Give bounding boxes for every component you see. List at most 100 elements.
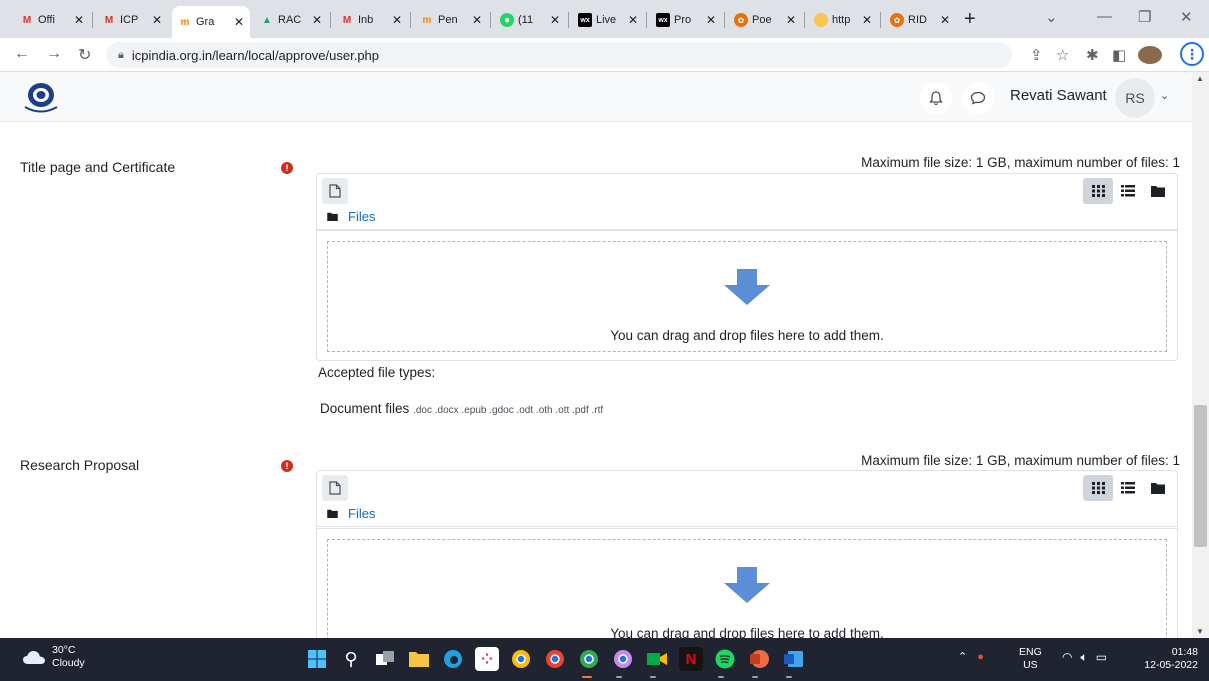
arrow-down-icon <box>724 269 770 305</box>
file-drop-zone[interactable]: You can drag and drop files here to add … <box>316 528 1178 638</box>
close-icon[interactable]: ✕ <box>628 13 638 27</box>
back-button[interactable]: ← <box>14 45 30 63</box>
close-icon[interactable]: ✕ <box>312 13 322 27</box>
files-link[interactable]: Files <box>348 506 375 521</box>
notifications-bell-icon[interactable] <box>920 82 952 114</box>
search-icon[interactable]: ⚲ <box>339 647 363 671</box>
powerpoint-icon[interactable] <box>747 647 771 671</box>
close-icon[interactable]: ✕ <box>472 13 482 27</box>
list-view-button[interactable] <box>1113 178 1143 204</box>
weather-widget[interactable]: 30°C Cloudy <box>22 644 85 670</box>
tab-search-icon[interactable]: ⌄ <box>1045 8 1058 26</box>
netflix-icon[interactable]: N <box>679 647 703 671</box>
minimize-button[interactable]: — <box>1097 8 1112 25</box>
file-explorer-icon[interactable] <box>407 647 431 671</box>
chrome-profile-icon[interactable] <box>577 647 601 671</box>
bookmark-star-icon[interactable]: ☆ <box>1056 46 1069 64</box>
grid-icon <box>1091 482 1105 494</box>
browser-tab[interactable]: M Inb ✕ <box>334 6 408 34</box>
spotify-icon[interactable] <box>713 647 737 671</box>
close-icon[interactable]: ✕ <box>550 13 560 27</box>
word-icon[interactable] <box>781 647 805 671</box>
tab-separator <box>724 12 725 28</box>
app-icon[interactable]: ⁘ <box>475 647 499 671</box>
browser-tab[interactable]: wx Pro ✕ <box>650 6 722 34</box>
browser-tab[interactable]: ✿ Poe ✕ <box>728 6 802 34</box>
messages-icon[interactable] <box>962 82 994 114</box>
scroll-thumb[interactable] <box>1194 405 1207 547</box>
close-window-button[interactable]: ✕ <box>1180 8 1193 26</box>
browser-tab[interactable]: ▲ RAC ✕ <box>254 6 328 34</box>
running-app-indicator <box>616 676 622 678</box>
max-file-size-text: Maximum file size: 1 GB, maximum number … <box>861 155 1180 170</box>
input-language[interactable]: ENG US <box>1019 646 1042 672</box>
tray-app-icon[interactable]: ● <box>977 651 984 663</box>
add-file-button[interactable] <box>322 475 348 501</box>
extensions-icon[interactable]: ✱ <box>1086 46 1099 64</box>
file-drop-zone[interactable]: You can drag and drop files here to add … <box>316 230 1178 361</box>
scroll-down-arrow-icon[interactable]: ▼ <box>1196 627 1204 636</box>
edge-browser-icon[interactable] <box>441 647 465 671</box>
chevron-down-icon[interactable]: ⌄ <box>1160 89 1169 102</box>
side-panel-icon[interactable]: ◧ <box>1112 46 1126 64</box>
close-icon[interactable]: ✕ <box>392 13 402 27</box>
grid-icon <box>1091 185 1105 197</box>
moodle-icon: m <box>180 16 190 28</box>
close-icon[interactable]: ✕ <box>74 13 84 27</box>
browser-tab[interactable]: m Pen ✕ <box>414 6 488 34</box>
tab-separator <box>330 12 331 28</box>
google-meet-icon[interactable] <box>645 647 669 671</box>
tree-view-button[interactable] <box>1143 475 1173 501</box>
filepicker-path[interactable]: Files <box>327 209 375 224</box>
drop-zone-border: You can drag and drop files here to add … <box>327 241 1167 352</box>
tree-view-button[interactable] <box>1143 178 1173 204</box>
clock[interactable]: 01:48 12-05-2022 <box>1132 646 1198 672</box>
chevron-up-icon[interactable]: ⌃ <box>958 650 967 663</box>
required-icon: ! <box>281 460 293 472</box>
chrome-profile-icon[interactable] <box>611 647 635 671</box>
add-file-button[interactable] <box>322 178 348 204</box>
browser-tab[interactable]: M Offi ✕ <box>14 6 90 34</box>
browser-tab[interactable]: http ✕ <box>808 6 878 34</box>
browser-tab[interactable]: ✿ RID ✕ <box>884 6 956 34</box>
close-icon[interactable]: ✕ <box>786 13 796 27</box>
site-logo[interactable] <box>22 80 60 114</box>
filepicker-path[interactable]: Files <box>327 506 375 521</box>
reload-button[interactable]: ↻ <box>78 45 91 65</box>
globe-icon <box>814 13 828 27</box>
new-tab-button[interactable]: + <box>964 9 976 29</box>
tab-separator <box>804 12 805 28</box>
close-icon[interactable]: ✕ <box>234 15 244 29</box>
maximize-button[interactable]: ❐ <box>1138 8 1151 26</box>
profile-avatar[interactable] <box>1138 46 1162 64</box>
share-icon[interactable]: ⇪ <box>1030 46 1043 64</box>
browser-tab[interactable]: wx Live ✕ <box>572 6 644 34</box>
files-link[interactable]: Files <box>348 209 375 224</box>
list-view-button[interactable] <box>1113 475 1143 501</box>
browser-tab[interactable]: ● (11 ✕ <box>494 6 566 34</box>
volume-icon: 🔈︎ <box>1080 650 1088 664</box>
close-icon[interactable]: ✕ <box>152 13 162 27</box>
chrome-icon[interactable] <box>509 647 533 671</box>
windows-start-icon[interactable] <box>305 647 329 671</box>
drop-zone-border: You can drag and drop files here to add … <box>327 539 1167 638</box>
chrome-profile-icon[interactable] <box>543 647 567 671</box>
browser-tab[interactable]: M ICP ✕ <box>96 6 168 34</box>
scroll-up-arrow-icon[interactable]: ▲ <box>1196 74 1204 83</box>
address-bar[interactable]: 🔒︎ icpindia.org.in/learn/local/approve/u… <box>106 42 1012 68</box>
close-icon[interactable]: ✕ <box>706 13 716 27</box>
icon-view-button[interactable] <box>1083 475 1113 501</box>
page-scrollbar[interactable]: ▲ ▼ <box>1192 72 1209 638</box>
browser-menu-icon[interactable]: ⋮ <box>1180 42 1204 66</box>
browser-tab-active[interactable]: m Gra ✕ <box>172 6 250 38</box>
user-name[interactable]: Revati Sawant <box>1010 87 1107 104</box>
icon-view-button[interactable] <box>1083 178 1113 204</box>
user-avatar[interactable]: RS <box>1115 78 1155 118</box>
close-icon[interactable]: ✕ <box>940 13 950 27</box>
close-icon[interactable]: ✕ <box>862 13 872 27</box>
quick-settings[interactable]: ◠ 🔈︎ ▭ <box>1062 650 1107 665</box>
forward-button[interactable]: → <box>46 45 62 63</box>
tab-separator <box>646 12 647 28</box>
task-view-icon[interactable] <box>373 647 397 671</box>
drop-zone-text: You can drag and drop files here to add … <box>610 626 884 638</box>
